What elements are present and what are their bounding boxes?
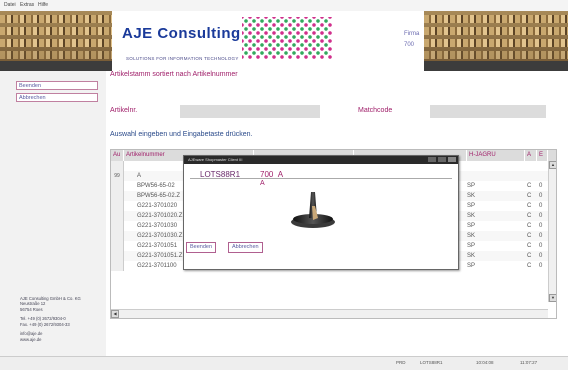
cell-artikel: BPW56-65-02 (137, 183, 175, 189)
row-number (111, 211, 124, 221)
cell-hj: SK (467, 213, 476, 219)
row-number (111, 251, 124, 261)
row-number (111, 231, 124, 241)
cell-artikel: G221-3701020.Z (137, 213, 183, 219)
cell-e: 0 (539, 253, 543, 259)
cell-a: C (527, 253, 532, 259)
abbrechen-button[interactable]: Abbrechen (16, 93, 98, 102)
dialog-abbrechen-button[interactable]: Abbrechen (228, 242, 263, 253)
cell-e: 0 (539, 243, 543, 249)
logo-name: AJE Consulting (122, 25, 241, 42)
row-number: 99 (111, 171, 124, 181)
cell-e: 0 (539, 223, 543, 229)
scroll-left-icon[interactable]: ◀ (111, 310, 119, 318)
vertical-scrollbar[interactable]: ▲ ▼ (548, 161, 556, 302)
cell-hj: SP (467, 223, 476, 229)
cell-a: C (527, 183, 532, 189)
cell-a: C (527, 203, 532, 209)
status-env: PRD (396, 360, 406, 365)
cell-artikel: G221-3701030.Z (137, 233, 183, 239)
status-bar: PRD LOTS88R1 10:04:08 11:07:27 (0, 356, 568, 370)
cell-a: C (527, 233, 532, 239)
cell-artikel: G221-3701051 (137, 243, 178, 249)
cell-e: 0 (539, 263, 543, 269)
cell-e: 0 (539, 213, 543, 219)
logo-dots-graphic (242, 17, 332, 59)
dialog-title: AJEware Shopmaster Client III (188, 157, 243, 162)
cell-a: C (527, 193, 532, 199)
cell-artikel: G221-3701100 (137, 263, 177, 269)
company-address: AJE Consulting GmbH & Co. KG Neustraße 1… (20, 295, 81, 342)
cell-hj: SK (467, 253, 476, 259)
status-program: LOTS88R1 (420, 360, 443, 365)
matchcode-input[interactable] (430, 105, 546, 118)
row-number (111, 161, 124, 171)
row-number (111, 191, 124, 201)
instruction-text: Auswahl eingeben und Eingabetaste drücke… (110, 131, 253, 138)
menu-item-extras[interactable]: Extras (20, 2, 34, 8)
col-header-au[interactable]: Au (111, 150, 124, 161)
warehouse-image-right (424, 11, 568, 71)
dialog-article-sub: A (260, 180, 265, 187)
cell-hj: SK (467, 233, 476, 239)
cell-a: C (527, 223, 532, 229)
row-number (111, 241, 124, 251)
cell-hj: SP (467, 183, 476, 189)
cell-hj: SP (467, 203, 476, 209)
menu-item-hilfe[interactable]: Hilfe (38, 2, 48, 8)
maximize-icon[interactable] (438, 157, 446, 162)
firma-value: 700 (404, 42, 415, 48)
dialog-beenden-button[interactable]: Beenden (186, 242, 217, 253)
cell-artikel: G221-3701030 (137, 223, 178, 229)
cell-artikel: G221-3701051.Z (137, 253, 183, 259)
sidebar: Beenden Abbrechen AJE Consulting GmbH & … (0, 71, 107, 356)
cell-a: C (527, 213, 532, 219)
logo-tagline: SOLUTIONS FOR INFORMATION TECHNOLOGY (126, 56, 239, 61)
scroll-up-icon[interactable]: ▲ (549, 161, 556, 169)
row-number (111, 221, 124, 231)
cell-artikel: BPW56-65-02.Z (137, 193, 181, 199)
cell-hj: SP (467, 263, 476, 269)
cell-e: 0 (539, 193, 543, 199)
beenden-button[interactable]: Beenden (16, 81, 98, 90)
firma-panel: Firma 700 (364, 11, 424, 71)
cell-artikel: G221-3701020 (137, 203, 178, 209)
matchcode-label: Matchcode (358, 107, 393, 114)
article-detail-dialog: AJEware Shopmaster Client III LOTS88R1 7… (183, 155, 459, 270)
cell-e: 0 (539, 183, 543, 189)
minimize-icon[interactable] (428, 157, 436, 162)
cell-a: C (527, 243, 532, 249)
row-number (111, 181, 124, 191)
dialog-separator (190, 178, 452, 179)
company-logo: AJE Consulting SOLUTIONS FOR INFORMATION… (112, 11, 364, 71)
row-number (111, 201, 124, 211)
cell-a: C (527, 263, 532, 269)
close-icon[interactable] (448, 157, 456, 162)
warehouse-image-left (0, 11, 112, 71)
status-time-1: 10:04:08 (476, 360, 494, 365)
status-time-2: 11:07:27 (520, 360, 538, 365)
horizontal-scrollbar[interactable]: ◀ (111, 309, 548, 318)
scroll-down-icon[interactable]: ▼ (549, 294, 556, 302)
firma-label: Firma (404, 31, 420, 37)
artikelnr-label: Artikelnr. (110, 107, 138, 114)
article-product-image (291, 192, 335, 228)
cell-artikel: A (137, 173, 142, 179)
cell-hj: SK (467, 193, 476, 199)
cell-hj: SP (467, 243, 476, 249)
col-header-hjagru[interactable]: H-JAGRU (467, 150, 525, 161)
cell-e: 0 (539, 203, 543, 209)
col-header-a[interactable]: A (525, 150, 537, 161)
artikelnr-input[interactable] (180, 105, 320, 118)
col-header-e[interactable]: E (537, 150, 548, 161)
menu-item-datei[interactable]: Datei (4, 2, 16, 8)
dialog-titlebar: AJEware Shopmaster Client III (184, 156, 458, 164)
row-number (111, 261, 124, 271)
page-title: Artikelstamm sortiert nach Artikelnummer (110, 71, 238, 78)
cell-e: 0 (539, 233, 543, 239)
